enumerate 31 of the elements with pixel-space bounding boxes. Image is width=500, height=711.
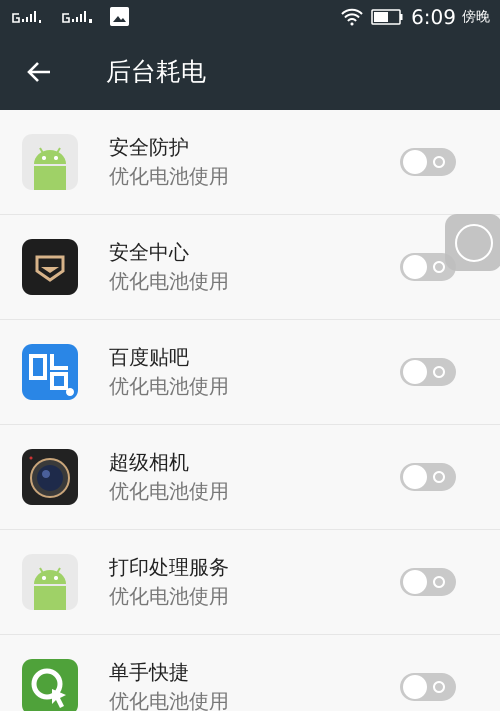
battery-icon [371,8,404,24]
back-arrow-icon [27,60,51,82]
android-app-icon [22,134,78,190]
app-name: 百度贴吧 [109,344,190,371]
toggle-switch[interactable] [400,148,456,176]
app-subtitle: 优化电池使用 [109,268,230,295]
android-app-icon [22,554,78,610]
wifi-icon [341,8,364,26]
camera-app-icon [22,449,78,505]
app-name: 安全中心 [109,239,190,266]
clock-time: 6:09 [411,4,456,28]
floating-assist-button[interactable] [445,214,500,271]
toggle-switch[interactable] [400,253,456,281]
page-title: 后台耗电 [106,56,206,88]
app-name: 安全防护 [109,134,190,161]
time-period: 傍晚 [462,8,490,26]
app-name: 超级相机 [109,449,190,476]
app-subtitle: 优化电池使用 [109,163,230,190]
app-subtitle: 优化电池使用 [109,478,230,505]
toggle-switch[interactable] [400,673,456,701]
app-subtitle: 优化电池使用 [109,373,230,400]
toggle-switch[interactable] [400,358,456,386]
shield-app-icon [22,239,78,295]
toggle-switch[interactable] [400,463,456,491]
toggle-switch[interactable] [400,568,456,596]
gesture-app-icon [22,659,78,711]
app-name: 单手快捷 [109,659,190,686]
app-subtitle: 优化电池使用 [109,688,230,711]
app-name: 打印处理服务 [109,554,230,581]
app-subtitle: 优化电池使用 [109,583,230,610]
image-icon [110,7,129,26]
